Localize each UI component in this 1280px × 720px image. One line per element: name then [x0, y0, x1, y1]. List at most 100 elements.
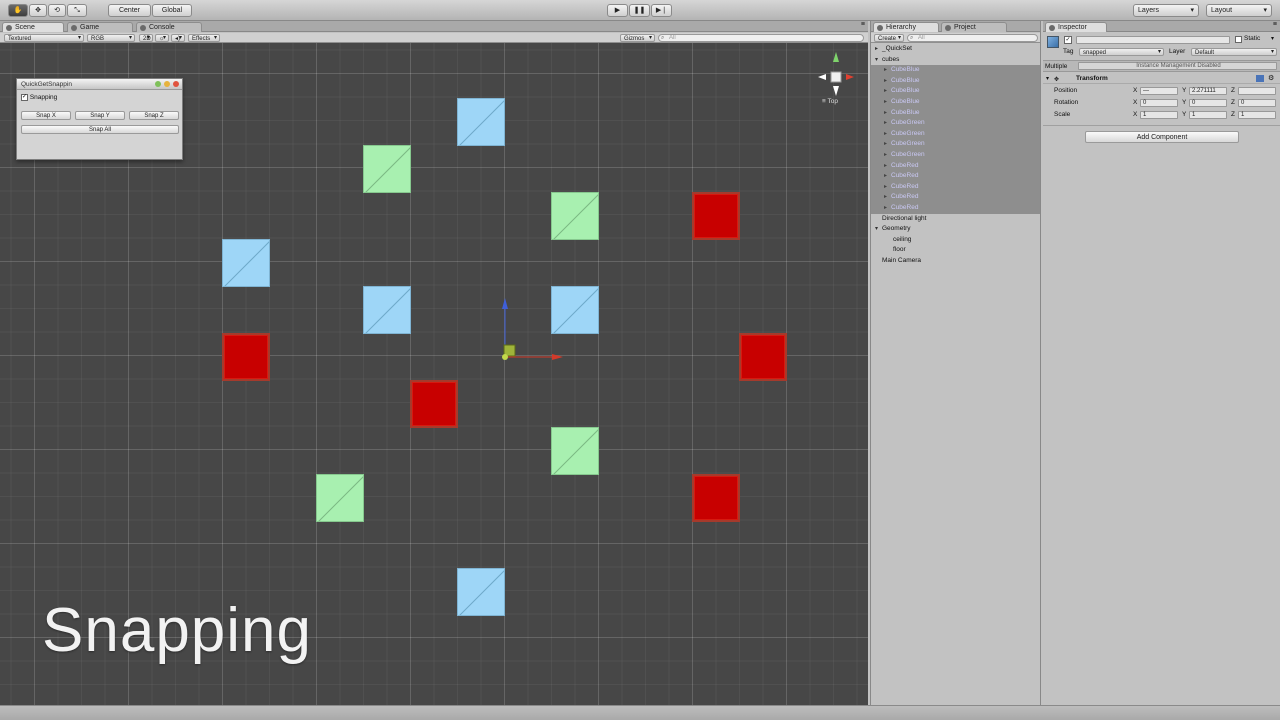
chevron-right-icon[interactable]: ▸	[884, 129, 887, 140]
scale-tool-button[interactable]: ⤡	[67, 4, 87, 17]
quick-snap-window[interactable]: QuickGetSnappin ✓ Snapping Snap X Snap Y…	[16, 78, 183, 160]
hierarchy-item[interactable]: ▸ CubeRed	[871, 181, 1040, 193]
tab-hierarchy[interactable]: Hierarchy	[873, 22, 939, 32]
hierarchy-item[interactable]: Directional light	[871, 214, 1040, 225]
step-button[interactable]: ▶❘	[651, 4, 672, 17]
cube-green[interactable]	[551, 427, 599, 475]
gizmos-dropdown[interactable]: Gizmos	[620, 34, 655, 42]
quick-snap-titlebar[interactable]: QuickGetSnappin	[17, 79, 182, 90]
panel-menu-icon[interactable]: ≡	[861, 21, 865, 28]
audio-toggle[interactable]: ◂)	[171, 34, 185, 42]
hierarchy-item[interactable]: ▸ CubeRed	[871, 203, 1040, 214]
cube-blue[interactable]	[457, 98, 505, 146]
snap-x-button[interactable]: Snap X	[21, 111, 71, 120]
chevron-down-icon[interactable]: ▾	[875, 224, 878, 235]
hierarchy-item[interactable]: ▸ CubeGreen	[871, 150, 1040, 161]
close-icon[interactable]	[173, 81, 179, 87]
rotation-x-field[interactable]: 0	[1140, 99, 1178, 107]
chevron-down-icon[interactable]: ▾	[875, 55, 878, 66]
chevron-right-icon[interactable]: ▸	[884, 171, 887, 182]
chevron-right-icon[interactable]: ▸	[884, 161, 887, 172]
effects-dropdown[interactable]: Effects	[188, 34, 220, 42]
tab-project[interactable]: Project	[941, 22, 1007, 32]
hierarchy-item[interactable]: ▸ _QuickSet	[871, 44, 1040, 55]
hierarchy-item[interactable]: ▸ CubeGreen	[871, 118, 1040, 129]
snap-all-button[interactable]: Snap All	[21, 125, 179, 134]
hierarchy-item[interactable]: floor	[871, 245, 1040, 256]
hierarchy-item[interactable]: ▸ CubeBlue	[871, 86, 1040, 97]
hand-tool-button[interactable]: ✋	[8, 4, 28, 17]
hierarchy-item[interactable]: Main Camera	[871, 256, 1040, 267]
hierarchy-item[interactable]: ▾ cubes	[871, 55, 1040, 66]
snap-z-button[interactable]: Snap Z	[129, 111, 179, 120]
static-checkbox[interactable]	[1235, 36, 1242, 43]
snap-y-button[interactable]: Snap Y	[75, 111, 125, 120]
chevron-right-icon[interactable]: ▸	[884, 97, 887, 108]
chevron-right-icon[interactable]: ▸	[884, 65, 887, 76]
scene-view[interactable]: ≡ Top Snapping QuickGetSnappin ✓ Snappin…	[0, 43, 868, 705]
tag-dropdown[interactable]: snapped	[1079, 48, 1164, 56]
shading-mode-dropdown[interactable]: Textured	[4, 34, 84, 42]
toggle-2d-button[interactable]: 2D	[139, 34, 153, 42]
minimize-icon[interactable]	[155, 81, 161, 87]
chevron-right-icon[interactable]: ▸	[884, 182, 887, 193]
panel-menu-icon[interactable]: ≡	[1273, 21, 1277, 28]
tab-inspector[interactable]: Inspector	[1045, 22, 1107, 32]
hierarchy-item[interactable]: ▸ CubeBlue	[871, 97, 1040, 108]
tab-scene[interactable]: Scene	[2, 22, 64, 32]
chevron-right-icon[interactable]: ▸	[884, 118, 887, 129]
pause-button[interactable]: ❚❚	[629, 4, 650, 17]
cube-green[interactable]	[316, 474, 364, 522]
scene-search-input[interactable]: ⌕ All	[658, 34, 864, 42]
chevron-right-icon[interactable]: ▸	[884, 108, 887, 119]
play-button[interactable]: ▶	[607, 4, 628, 17]
chevron-right-icon[interactable]: ▸	[875, 44, 878, 55]
hierarchy-search-input[interactable]: ⌕ All	[907, 34, 1038, 42]
hierarchy-item[interactable]: ceiling	[871, 235, 1040, 246]
cube-red[interactable]	[739, 333, 787, 381]
cube-red[interactable]	[692, 474, 740, 522]
lighting-toggle[interactable]: ☼	[155, 34, 169, 42]
rotate-tool-button[interactable]: ⟲	[48, 4, 66, 17]
hierarchy-item[interactable]: ▸ CubeBlue	[871, 65, 1040, 76]
gear-icon[interactable]: ⚙	[1268, 74, 1274, 82]
cube-blue[interactable]	[222, 239, 270, 287]
add-component-button[interactable]: Add Component	[1085, 131, 1239, 143]
position-x-field[interactable]: —	[1140, 87, 1178, 95]
rotation-z-field[interactable]: 0	[1238, 99, 1276, 107]
hierarchy-item[interactable]: ▸ CubeRed	[871, 160, 1040, 172]
move-gizmo[interactable]	[490, 293, 580, 373]
active-checkbox[interactable]: ✓	[1064, 36, 1072, 44]
render-mode-dropdown[interactable]: RGB	[87, 34, 135, 42]
cube-red[interactable]	[222, 333, 270, 381]
view-gizmo[interactable]: ≡ Top	[812, 50, 862, 108]
create-dropdown[interactable]: Create	[874, 34, 904, 42]
hierarchy-item[interactable]: ▸ CubeBlue	[871, 75, 1040, 87]
hierarchy-item[interactable]: ▾ Geometry	[871, 224, 1040, 235]
move-tool-button[interactable]: ✥	[29, 4, 47, 17]
cube-red[interactable]	[410, 380, 458, 428]
snapping-checkbox-row[interactable]: ✓ Snapping	[21, 93, 57, 102]
position-z-field[interactable]	[1238, 87, 1276, 95]
scale-y-field[interactable]: 1	[1189, 111, 1227, 119]
cube-green[interactable]	[551, 192, 599, 240]
chevron-right-icon[interactable]: ▸	[884, 203, 887, 214]
cube-red[interactable]	[692, 192, 740, 240]
transform-header[interactable]: ▾ ✥ Transform ⚙	[1043, 74, 1280, 84]
tab-console[interactable]: Console	[136, 22, 202, 32]
chevron-right-icon[interactable]: ▸	[884, 139, 887, 150]
chevron-right-icon[interactable]: ▸	[884, 76, 887, 87]
zoom-icon[interactable]	[164, 81, 170, 87]
position-y-field[interactable]: 2.271111	[1189, 87, 1227, 95]
tab-game[interactable]: Game	[67, 22, 133, 32]
static-dropdown-icon[interactable]: ▾	[1271, 35, 1274, 42]
chevron-right-icon[interactable]: ▸	[884, 86, 887, 97]
chevron-right-icon[interactable]: ▸	[884, 192, 887, 203]
hierarchy-item[interactable]: ▸ CubeRed	[871, 192, 1040, 203]
cube-blue[interactable]	[363, 286, 411, 334]
hierarchy-item[interactable]: ▸ CubeGreen	[871, 128, 1040, 140]
help-book-icon[interactable]	[1256, 75, 1264, 82]
layer-dropdown[interactable]: Default	[1191, 48, 1277, 56]
cube-green[interactable]	[363, 145, 411, 193]
hierarchy-item[interactable]: ▸ CubeBlue	[871, 107, 1040, 119]
